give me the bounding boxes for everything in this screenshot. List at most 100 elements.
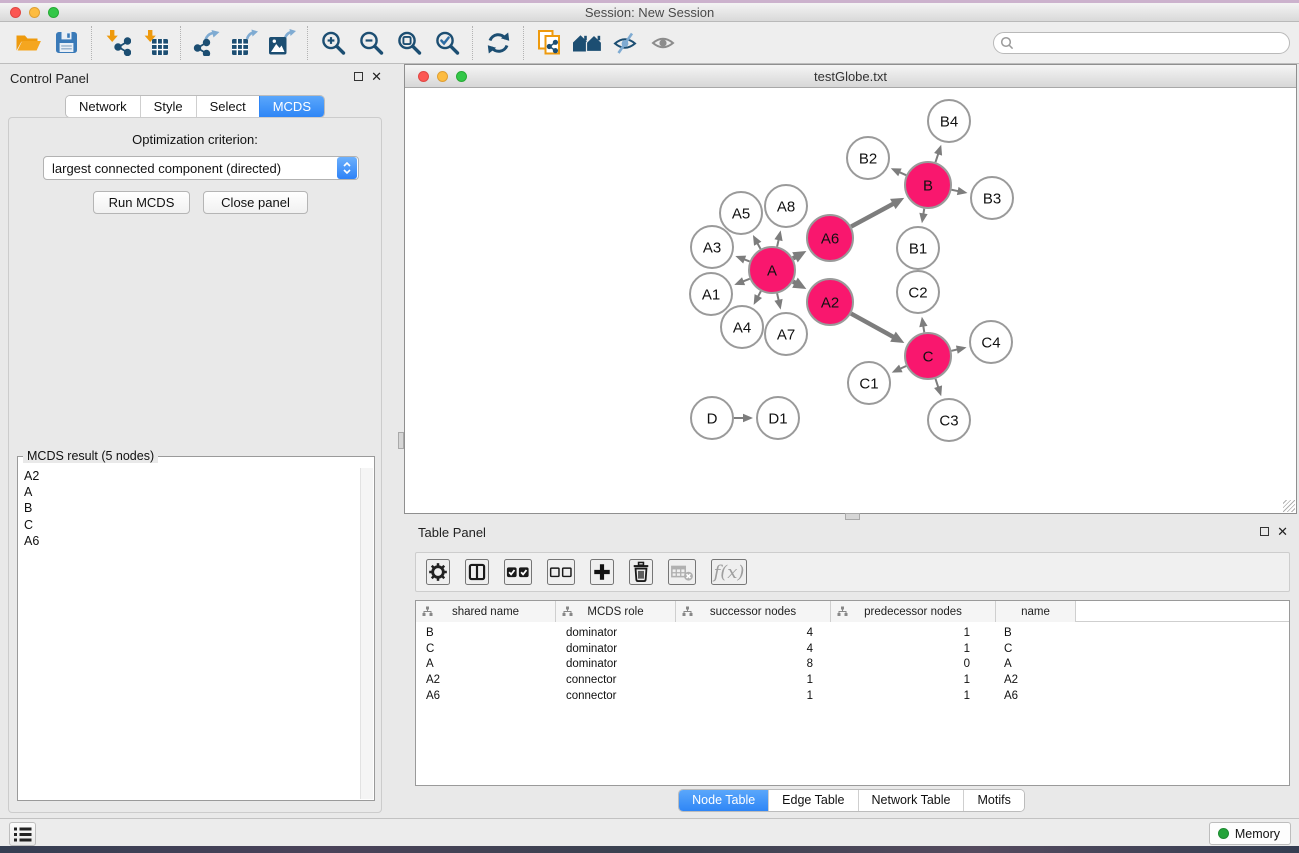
network-window-titlebar[interactable]: testGlobe.txt <box>405 65 1296 88</box>
show-columns-button[interactable] <box>465 559 489 585</box>
export-network-button[interactable] <box>187 25 225 61</box>
tab-network-table[interactable]: Network Table <box>858 790 964 811</box>
column-header-successor-nodes[interactable]: successor nodes <box>676 601 831 622</box>
delete-table-button[interactable] <box>668 559 696 585</box>
add-column-button[interactable] <box>590 559 614 585</box>
graph-edge[interactable] <box>734 277 749 285</box>
result-scrollbar[interactable] <box>360 468 373 799</box>
result-item[interactable]: C <box>19 517 373 533</box>
graph-node-D[interactable]: D <box>691 397 733 439</box>
result-item[interactable]: A6 <box>19 533 373 549</box>
zoom-out-button[interactable] <box>352 25 390 61</box>
open-session-button[interactable] <box>9 25 47 61</box>
graph-node-C2[interactable]: C2 <box>897 271 939 313</box>
table-row[interactable]: A6connector11A6 <box>416 688 1289 704</box>
column-header-predecessor-nodes[interactable]: predecessor nodes <box>831 601 996 622</box>
export-table-button[interactable] <box>225 25 263 61</box>
graph-node-A1[interactable]: A1 <box>690 273 732 315</box>
graph-node-A8[interactable]: A8 <box>765 185 807 227</box>
graph-edge[interactable] <box>892 365 906 373</box>
column-header-mcds-role[interactable]: MCDS role <box>556 601 676 622</box>
graph-edge[interactable] <box>891 168 906 176</box>
zoom-selected-button[interactable] <box>428 25 466 61</box>
column-header-name[interactable]: name <box>996 601 1076 622</box>
apply-layout-button[interactable] <box>479 25 517 61</box>
graph-edge[interactable] <box>774 293 782 309</box>
panel-splitter-grip[interactable] <box>398 432 404 449</box>
graph-edge[interactable] <box>792 278 806 289</box>
result-item[interactable]: A2 <box>19 468 373 484</box>
zoom-fit-button[interactable] <box>390 25 428 61</box>
result-item[interactable]: A <box>19 484 373 500</box>
graph-node-A6[interactable]: A6 <box>807 215 853 261</box>
network-canvas[interactable]: A A1 A2 A3 A4 A5 A6 A7 A8 B B1 B2 B3B4 C C1 C2 C3C4 D D1 <box>405 88 1296 513</box>
graph-node-A7[interactable]: A7 <box>765 313 807 355</box>
table-row[interactable]: A2connector11A2 <box>416 672 1289 688</box>
graph-node-B[interactable]: B <box>905 162 951 208</box>
tab-network[interactable]: Network <box>66 96 140 117</box>
tab-mcds[interactable]: MCDS <box>259 96 324 117</box>
graph-node-C1[interactable]: C1 <box>848 362 890 404</box>
column-header-shared-name[interactable]: shared name <box>416 601 556 622</box>
graph-edge[interactable] <box>734 414 753 422</box>
graph-edge[interactable] <box>792 251 806 262</box>
panel-splitter-grip[interactable] <box>845 513 860 520</box>
graph-edge[interactable] <box>934 379 942 396</box>
graph-node-A4[interactable]: A4 <box>721 306 763 348</box>
search-box[interactable] <box>993 32 1290 54</box>
run-mcds-button[interactable]: Run MCDS <box>93 191 190 214</box>
select-all-button[interactable] <box>504 559 532 585</box>
import-network-button[interactable] <box>98 25 136 61</box>
tab-select[interactable]: Select <box>196 96 259 117</box>
graph-edge[interactable] <box>753 235 761 249</box>
resize-grip[interactable] <box>1283 500 1295 512</box>
float-panel-icon[interactable] <box>354 72 363 81</box>
graph-node-A5[interactable]: A5 <box>720 192 762 234</box>
export-image-button[interactable] <box>263 25 301 61</box>
close-panel-icon[interactable]: ✕ <box>371 71 382 82</box>
table-mode-button[interactable] <box>426 559 450 585</box>
search-input[interactable] <box>1014 36 1283 50</box>
graph-edge[interactable] <box>919 317 927 333</box>
memory-button[interactable]: Memory <box>1209 822 1291 845</box>
graph-edge[interactable] <box>919 209 927 224</box>
tab-node-table[interactable]: Node Table <box>679 790 768 811</box>
tab-style[interactable]: Style <box>140 96 196 117</box>
graph-node-B3[interactable]: B3 <box>971 177 1013 219</box>
deselect-all-button[interactable] <box>547 559 575 585</box>
show-graphics-details-button[interactable] <box>644 25 682 61</box>
graph-edge[interactable] <box>951 345 966 353</box>
graph-edge[interactable] <box>754 291 762 305</box>
function-builder-button[interactable]: f(x) <box>711 559 747 585</box>
tab-motifs[interactable]: Motifs <box>963 790 1023 811</box>
graph-node-A2[interactable]: A2 <box>807 279 853 325</box>
table-row[interactable]: Adominator80A <box>416 657 1289 673</box>
table-row[interactable]: Bdominator41B <box>416 625 1289 641</box>
delete-columns-button[interactable] <box>629 559 653 585</box>
graph-node-C[interactable]: C <box>905 333 951 379</box>
graph-node-C4[interactable]: C4 <box>970 321 1012 363</box>
graph-edge[interactable] <box>851 198 904 227</box>
graph-node-A[interactable]: A <box>749 247 795 293</box>
close-panel-icon[interactable]: ✕ <box>1277 526 1288 537</box>
task-history-button[interactable] <box>9 822 36 846</box>
close-panel-button[interactable]: Close panel <box>203 191 308 214</box>
graph-edge[interactable] <box>934 145 942 162</box>
criterion-dropdown[interactable]: largest connected component (directed) <box>43 156 359 180</box>
graph-edge[interactable] <box>952 187 968 195</box>
graph-node-C3[interactable]: C3 <box>928 399 970 441</box>
graph-edge[interactable] <box>851 314 904 343</box>
save-session-button[interactable] <box>47 25 85 61</box>
result-item[interactable]: B <box>19 500 373 516</box>
graph-edge[interactable] <box>774 230 782 246</box>
graph-node-B4[interactable]: B4 <box>928 100 970 142</box>
new-network-from-selection-button[interactable] <box>530 25 568 61</box>
float-panel-icon[interactable] <box>1260 527 1269 536</box>
graph-node-B1[interactable]: B1 <box>897 227 939 269</box>
tab-edge-table[interactable]: Edge Table <box>768 790 857 811</box>
hide-graphics-details-button[interactable] <box>606 25 644 61</box>
graph-node-D1[interactable]: D1 <box>757 397 799 439</box>
import-table-button[interactable] <box>136 25 174 61</box>
graph-node-A3[interactable]: A3 <box>691 226 733 268</box>
graph-node-B2[interactable]: B2 <box>847 137 889 179</box>
